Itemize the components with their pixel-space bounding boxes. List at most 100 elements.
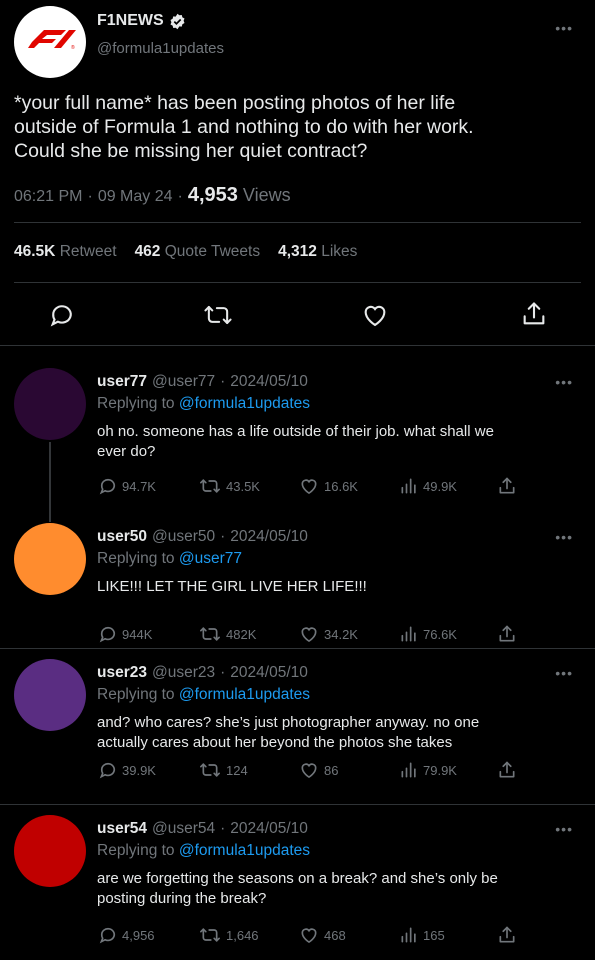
reply-action-replies[interactable]: 39.9K	[98, 760, 156, 780]
more-options-icon[interactable]: •••	[555, 665, 573, 681]
share-icon[interactable]	[497, 760, 517, 780]
replies-count: 39.9K	[122, 762, 156, 778]
reply-action-replies[interactable]: 944K	[98, 624, 152, 644]
retweets-count: 482K	[226, 626, 257, 642]
reply-action-retweets[interactable]: 43.5K	[198, 476, 260, 496]
reply-date[interactable]: 2024/05/10	[230, 664, 308, 682]
divider	[0, 804, 595, 805]
account-handle[interactable]: @formula1updates	[97, 40, 224, 57]
reply-username[interactable]: user23	[97, 664, 147, 682]
separator-dot: ·	[220, 373, 226, 390]
reply-date[interactable]: 2024/05/10	[230, 528, 308, 546]
reply-icon	[99, 626, 116, 643]
reply-username[interactable]: user54	[97, 820, 147, 838]
replies-count: 94.7K	[122, 478, 156, 494]
reply-action-retweets[interactable]: 1,646	[198, 925, 259, 945]
quotes-stat[interactable]: 462 Quote Tweets	[135, 243, 261, 261]
share-icon[interactable]	[497, 925, 517, 945]
likes-stat[interactable]: 4,312 Likes	[278, 243, 357, 261]
likes-count: 4,312	[278, 243, 317, 260]
reply-username[interactable]: user50	[97, 528, 147, 546]
main-tweet: ® F1NEWS @formula1updates ••• *your full…	[0, 0, 595, 346]
reply-action-views[interactable]: 49.9K	[399, 476, 457, 496]
reply-action-retweets[interactable]: 124	[198, 760, 248, 780]
retweet-icon[interactable]	[202, 301, 234, 329]
tweet-time[interactable]: 06:21 PM	[14, 188, 82, 206]
replying-to-handle[interactable]: @formula1updates	[179, 842, 310, 859]
likes-count: 16.6K	[324, 478, 358, 494]
more-options-icon[interactable]: •••	[555, 20, 573, 36]
views-count: 165	[423, 927, 445, 943]
reply-action-retweets[interactable]: 482K	[198, 624, 256, 644]
replies-count: 944K	[122, 626, 153, 642]
share-icon[interactable]	[520, 300, 548, 328]
separator-dot: ·	[220, 820, 226, 837]
likes-label: Likes	[321, 243, 358, 260]
reply-date[interactable]: 2024/05/10	[230, 820, 308, 838]
svg-text:®: ®	[71, 44, 75, 51]
reply-avatar[interactable]	[14, 815, 86, 887]
replying-to-handle[interactable]: @user77	[179, 550, 242, 567]
tweet-text: *your full name* has been posting photos…	[14, 91, 474, 163]
retweets-count: 46.5K	[14, 243, 56, 260]
share-icon[interactable]	[497, 624, 517, 644]
reply-text: and? who cares? she’s just photographer …	[97, 713, 479, 753]
reply-action-views[interactable]: 76.6K	[399, 624, 457, 644]
replying-to-handle[interactable]: @formula1updates	[179, 395, 310, 412]
reply-avatar[interactable]	[14, 523, 86, 595]
likes-count: 86	[324, 762, 339, 778]
reply-action-views[interactable]: 79.9K	[399, 760, 457, 780]
reply-text: oh no. someone has a life outside of the…	[97, 422, 494, 462]
reply-date[interactable]: 2024/05/10	[230, 373, 308, 391]
reply-avatar[interactable]	[14, 368, 86, 440]
replying-to-label: Replying to	[97, 842, 175, 859]
reply-text-line: and? who cares? she’s just photographer …	[97, 714, 480, 731]
replying-to-handle[interactable]: @formula1updates	[179, 686, 310, 703]
views-count: 49.9K	[423, 478, 457, 494]
account-name[interactable]: F1NEWS	[97, 12, 164, 30]
reply-text: are we forgetting the seasons on a break…	[97, 869, 498, 909]
more-options-icon[interactable]: •••	[555, 374, 573, 390]
like-icon	[301, 479, 317, 495]
reply-handle[interactable]: @user54	[152, 820, 215, 838]
divider	[0, 345, 595, 346]
reply-avatar[interactable]	[14, 659, 86, 731]
views-count: 4,953	[187, 184, 238, 206]
thread-connector-line	[49, 442, 51, 522]
more-options-icon[interactable]: •••	[555, 821, 573, 837]
retweet-icon	[200, 928, 221, 942]
engagement-stats: 46.5K Retweet 462 Quote Tweets 4,312 Lik…	[14, 243, 357, 261]
reply-action-replies[interactable]: 4,956	[98, 925, 155, 945]
tweet-date[interactable]: 09 May 24	[98, 188, 173, 206]
reply-handle[interactable]: @user23	[152, 664, 215, 682]
separator-dot: ·	[177, 188, 183, 205]
reply-username[interactable]: user77	[97, 373, 147, 391]
likes-count: 34.2K	[324, 626, 358, 642]
retweets-stat[interactable]: 46.5K Retweet	[14, 243, 117, 261]
views-chart-icon	[401, 626, 416, 642]
retweets-label: Retweet	[59, 243, 117, 260]
more-options-icon[interactable]: •••	[555, 529, 573, 545]
like-icon[interactable]	[361, 301, 389, 329]
share-icon[interactable]	[497, 476, 517, 496]
reply-action-likes[interactable]: 468	[298, 925, 346, 945]
reply-action-views[interactable]: 165	[399, 925, 445, 945]
separator-dot: ·	[220, 664, 226, 681]
views-chart-icon	[401, 927, 416, 943]
reply-action-replies[interactable]: 94.7K	[98, 476, 156, 496]
author-avatar[interactable]: ®	[14, 6, 86, 78]
like-icon	[301, 627, 317, 643]
reply-text-line: are we forgetting the seasons on a break…	[97, 870, 498, 887]
replying-to-label: Replying to	[97, 686, 175, 703]
reply-handle[interactable]: @user50	[152, 528, 215, 546]
reply-action-likes[interactable]: 16.6K	[298, 476, 358, 496]
reply-action-likes[interactable]: 34.2K	[298, 624, 358, 644]
retweets-count: 1,646	[226, 927, 259, 943]
tweet-text-line: *your full name* has been posting photos…	[14, 92, 456, 114]
verified-badge-icon	[170, 13, 185, 29]
reply-handle[interactable]: @user77	[152, 373, 215, 391]
reply-action-likes[interactable]: 86	[298, 760, 338, 780]
reply-icon[interactable]	[48, 301, 76, 329]
quotes-count: 462	[134, 243, 161, 260]
retweet-icon	[200, 763, 221, 777]
